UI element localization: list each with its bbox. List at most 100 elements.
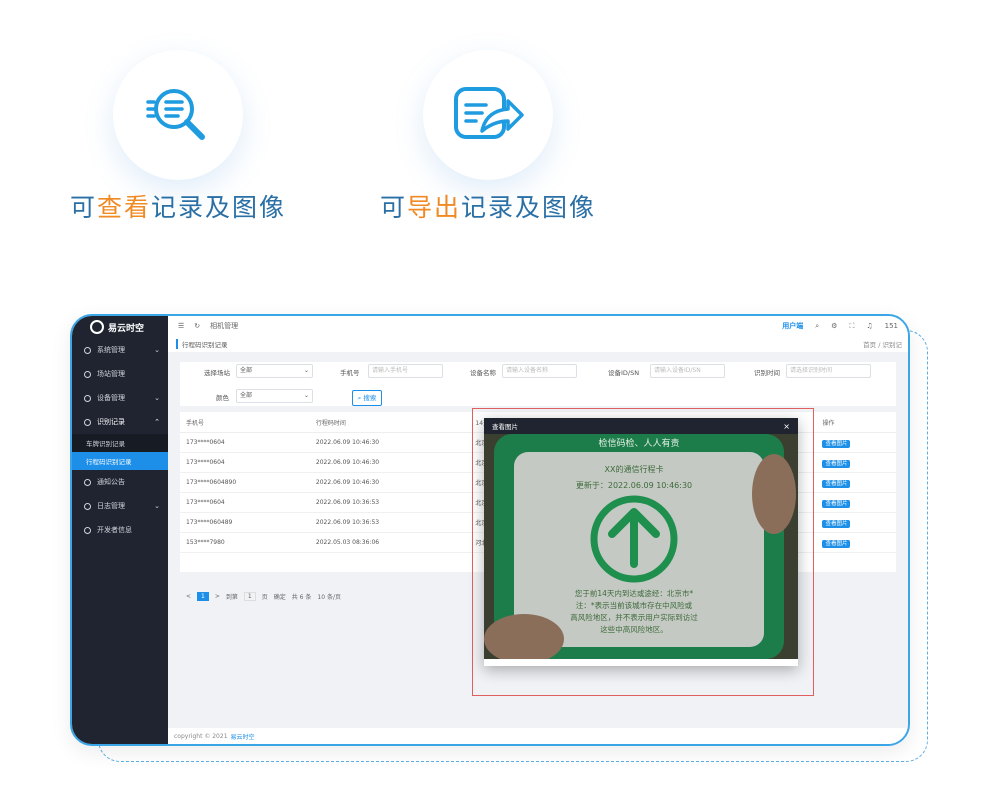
menu-bullet-icon <box>84 502 91 510</box>
sidebar-item[interactable]: 日志管理 ⌄ <box>72 494 168 518</box>
sidebar-item-label: 通知公告 <box>97 478 125 486</box>
update-time-text: 更新于：2022.06.09 10:46:30 <box>576 480 692 490</box>
sidebar-item-label: 场站管理 <box>97 370 125 378</box>
user-portal-link[interactable]: 用户端 <box>782 321 803 331</box>
page-size-select[interactable]: 10 条/页 <box>317 592 341 601</box>
dialog-title: 查看图片 <box>492 423 518 431</box>
next-page-button[interactable]: > <box>215 593 220 600</box>
sidebar-item[interactable]: 系统管理 ⌄ <box>72 338 168 362</box>
table-cell: 查看图片 <box>816 532 896 553</box>
photo-top-text: 检信码检、人人有责 <box>598 437 679 449</box>
trip-line-4: 这些中高风险地区。 <box>600 624 668 634</box>
goto-page-input[interactable]: 1 <box>243 592 256 601</box>
footer-brand: 易云时空 <box>230 733 255 741</box>
chevron-icon: ⌄ <box>154 502 160 510</box>
topbar-page-title: 相机管理 <box>210 322 239 330</box>
chevron-icon: ⌃ <box>154 418 160 426</box>
chevron-icon: ⌄ <box>154 346 160 354</box>
dialog-header: 查看图片 × <box>484 418 798 434</box>
device-id-input[interactable]: 请输入设备ID/SN <box>650 364 725 378</box>
sidebar-subitem[interactable]: 车牌识别记录 <box>72 434 168 452</box>
table-cell: 173****060489 <box>180 512 310 533</box>
table-cell: 查看图片 <box>816 452 896 473</box>
card-title-text: XX的通信行程卡 <box>605 464 664 474</box>
color-select[interactable]: 全部 ⌄ <box>236 389 313 403</box>
sidebar-item-label: 日志管理 <box>97 502 125 510</box>
app-logo: 易云时空 <box>72 316 168 338</box>
sidebar-item[interactable]: 设备管理 ⌄ <box>72 386 168 410</box>
search-button[interactable]: ⌕ 搜索 <box>352 390 382 406</box>
device-input[interactable]: 请输入设备名称 <box>502 364 577 378</box>
total-count: 共 6 条 <box>291 594 312 601</box>
menu-toggle-icon[interactable]: ☰ <box>178 322 184 330</box>
sidebar-item[interactable]: 开发者信息 <box>72 518 168 542</box>
logo-mark-icon <box>90 320 104 334</box>
table-cell: 2022.06.09 10:46:30 <box>309 452 470 473</box>
view-image-button[interactable]: 查看图片 <box>822 459 851 468</box>
search-list-icon <box>146 89 205 140</box>
filter-label-station: 选择场站 <box>204 369 230 377</box>
logo-text: 易云时空 <box>108 323 145 334</box>
time-input[interactable]: 请选择识别时间 <box>786 364 871 378</box>
filter-label-color: 颜色 <box>216 394 229 402</box>
sidebar-item-label: 开发者信息 <box>97 526 132 534</box>
export-doc-icon <box>454 87 524 139</box>
account-name[interactable]: 151 <box>885 322 898 330</box>
view-image-button[interactable]: 查看图片 <box>822 519 851 528</box>
table-cell: 173****0604 <box>180 492 310 513</box>
table-cell: 2022.06.09 10:46:30 <box>309 432 470 453</box>
sidebar-item[interactable]: 场站管理 <box>72 362 168 386</box>
view-image-button[interactable]: 查看图片 <box>822 439 851 448</box>
menu-bullet-icon <box>84 478 91 486</box>
app-window: 易云时空 系统管理 ⌄ 场站管理 设备管理 ⌄ 识别记录 ⌃ 车牌识别记录 行程码识别记录 通知公… <box>70 314 910 746</box>
feature-caption: 可导出记录及图像 <box>379 193 597 222</box>
footer: copyright © 2021 易云时空 <box>168 728 908 744</box>
feature-view-records: 可查看记录及图像 <box>48 40 308 240</box>
filter-label-device: 设备名称 <box>470 369 496 377</box>
station-select[interactable]: 全部 ⌄ <box>236 364 313 378</box>
table-cell: 173****0604 <box>180 432 310 453</box>
sidebar-item[interactable]: 通知公告 <box>72 470 168 494</box>
prev-page-button[interactable]: < <box>186 593 191 600</box>
filter-panel: 选择场站 全部 ⌄ 手机号 请输入手机号 设备名称 请输入设备名称 设备ID/SN… <box>180 362 896 406</box>
view-image-button[interactable]: 查看图片 <box>822 479 851 488</box>
view-image-button[interactable]: 查看图片 <box>822 499 851 508</box>
menu-bullet-icon <box>84 370 91 378</box>
table-cell: 173****0604890 <box>180 472 310 493</box>
sidebar-subitem[interactable]: 行程码识别记录 <box>72 452 168 470</box>
copyright-text: copyright © 2021 <box>174 732 228 740</box>
table-cell: 2022.06.09 10:36:53 <box>309 512 470 533</box>
image-preview-dialog: 查看图片 × 检信码检、人人有责 XX的通信行程卡 更新于：2022.06.09… <box>484 418 798 666</box>
current-page[interactable]: 1 <box>197 592 209 601</box>
bell-icon[interactable]: ♫ <box>866 322 872 330</box>
phone-input[interactable]: 请输入手机号 <box>368 364 443 378</box>
sidebar-menu: 系统管理 ⌄ 场站管理设备管理 ⌄ 识别记录 ⌃ 车牌识别记录 行程码识别记录通知公告日志管理… <box>72 338 168 542</box>
sidebar-item-label: 系统管理 <box>97 346 125 354</box>
table-cell: 查看图片 <box>816 492 896 513</box>
sidebar-item-label: 识别记录 <box>97 418 125 426</box>
table-cell: 173****0604 <box>180 452 310 473</box>
menu-bullet-icon <box>84 346 91 354</box>
close-icon[interactable]: × <box>783 422 790 431</box>
column-header: 操作 <box>816 412 896 433</box>
trip-code-photo: 检信码检、人人有责 XX的通信行程卡 更新于：2022.06.09 10:46:… <box>484 434 798 659</box>
topbar-actions: 用户端 ⌕ ⚙ ⛶ ♫ 151 <box>782 321 898 331</box>
sidebar: 易云时空 系统管理 ⌄ 场站管理设备管理 ⌄ 识别记录 ⌃ 车牌识别记录 行程码识别记录通知公… <box>72 316 168 744</box>
menu-bullet-icon <box>84 394 91 402</box>
top-bar: ☰ ↻ 相机管理 用户端 ⌕ ⚙ ⛶ ♫ 151 <box>168 316 908 337</box>
feature-icon-circle <box>113 50 243 180</box>
table-cell: 153****7980 <box>180 532 310 553</box>
column-header: 手机号 <box>180 412 310 433</box>
fullscreen-icon[interactable]: ⛶ <box>849 322 854 331</box>
menu-bullet-icon <box>84 418 91 426</box>
breadcrumb: 首页 / 识别记 <box>863 341 902 349</box>
goto-confirm-button[interactable]: 确定 <box>274 592 286 601</box>
tab-trip-code-records[interactable]: 行程码识别记录 <box>176 339 228 349</box>
view-image-button[interactable]: 查看图片 <box>822 539 851 548</box>
settings-icon[interactable]: ⚙ <box>831 322 837 330</box>
refresh-icon[interactable]: ↻ <box>194 322 200 330</box>
trip-line-2: 注：*表示当前该城市存在中风险或 <box>576 600 693 610</box>
table-cell: 2022.05.03 08:36:06 <box>309 532 470 553</box>
sidebar-item[interactable]: 识别记录 ⌃ <box>72 410 168 434</box>
search-icon[interactable]: ⌕ <box>815 322 819 331</box>
